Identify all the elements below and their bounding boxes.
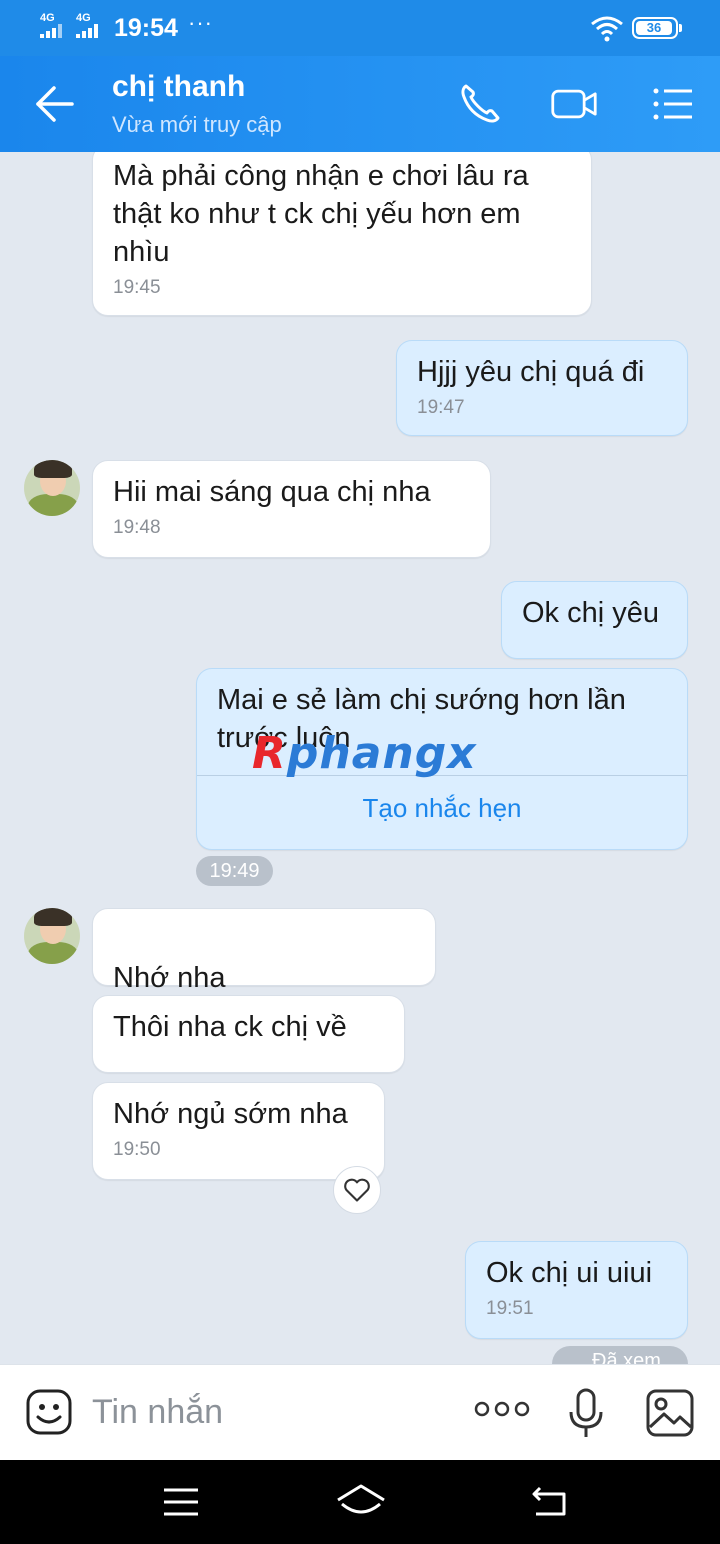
message-text: Hjjj yêu chị quá đi [417, 356, 645, 388]
message-bubble[interactable]: Thôi nha ck chị về [92, 995, 405, 1073]
back-arrow-icon[interactable] [30, 82, 78, 126]
message-time: 19:51 [486, 1298, 534, 1319]
message-text: Thôi nha ck chị về [113, 1011, 347, 1043]
time-divider: 19:49 [196, 856, 273, 886]
message-time: 19:45 [113, 277, 161, 298]
message-input[interactable]: Tin nhắn [92, 1393, 223, 1432]
message-text: Ok chị yêu [522, 597, 659, 629]
message-bubble[interactable]: Hjjj yêu chị quá đi 19:47 [396, 340, 688, 436]
watermark-logo: Rphangx [252, 728, 477, 779]
video-call-icon[interactable] [550, 80, 598, 128]
sticker-emoji-icon[interactable] [24, 1387, 74, 1437]
message-bubble[interactable]: Ok chị ui uiui 19:51 [465, 1241, 688, 1339]
message-text: Mà phải công nhận e chơi lâu ra thật ko … [113, 160, 529, 268]
image-gallery-icon[interactable] [644, 1387, 696, 1439]
signal-icon [40, 24, 66, 38]
contact-avatar[interactable] [24, 460, 80, 516]
message-composer: Tin nhắn [0, 1364, 720, 1460]
network-type-1: 4G [40, 12, 55, 24]
message-time: 19:50 [113, 1139, 161, 1160]
network-type-2: 4G [76, 12, 91, 24]
menu-list-icon[interactable] [648, 80, 696, 128]
battery-level: 36 [636, 21, 672, 35]
clock: 19:54 [114, 14, 178, 42]
message-list[interactable]: Mà phải công nhận e chơi lâu ra thật ko … [0, 152, 720, 1364]
chat-header: chị thanh Vừa mới truy cập [0, 56, 720, 152]
message-text-content: Nhớ nha [113, 962, 226, 994]
message-bubble[interactable]: Hii mai sáng qua chị nha 19:48 [92, 460, 491, 558]
microphone-icon[interactable] [566, 1387, 606, 1439]
message-text: Hii mai sáng qua chị nha [113, 476, 431, 508]
system-nav-bar [0, 1460, 720, 1544]
contact-avatar[interactable] [24, 908, 80, 964]
react-heart-button[interactable] [333, 1166, 381, 1214]
message-bubble[interactable]: Mà phải công nhận e chơi lâu ra thật ko … [92, 152, 592, 316]
create-reminder-link[interactable]: Tạo nhắc hẹn [197, 793, 687, 824]
message-text: Nhớ ngủ sớm nha [113, 1098, 348, 1130]
signal-icon [76, 24, 102, 38]
message-bubble[interactable]: Nhớ nha [92, 908, 436, 1035]
contact-name[interactable]: chị thanh [112, 70, 245, 104]
heart-outline-icon [344, 1178, 370, 1202]
seen-status-badge: Đã xem [552, 1346, 688, 1364]
contact-status: Vừa mới truy cập [112, 112, 282, 137]
message-bubble[interactable]: Nhớ ngủ sớm nha 19:50 [92, 1082, 385, 1180]
more-notifications-icon: ··· [188, 10, 213, 35]
message-bubble[interactable]: Ok chị yêu [501, 581, 688, 659]
recent-apps-menu-icon[interactable] [162, 1482, 200, 1522]
wifi-icon [591, 16, 623, 42]
phone-call-icon[interactable] [456, 80, 504, 128]
message-time: 19:47 [417, 397, 465, 418]
message-text: Ok chị ui uiui [486, 1257, 653, 1289]
more-options-icon[interactable] [474, 1399, 530, 1419]
home-icon[interactable] [336, 1482, 386, 1522]
battery-icon: 36 [632, 17, 682, 39]
back-nav-icon[interactable] [530, 1482, 570, 1522]
message-time: 19:48 [113, 517, 161, 538]
status-bar: 4G 4G 19:54 ··· 36 [0, 0, 720, 56]
